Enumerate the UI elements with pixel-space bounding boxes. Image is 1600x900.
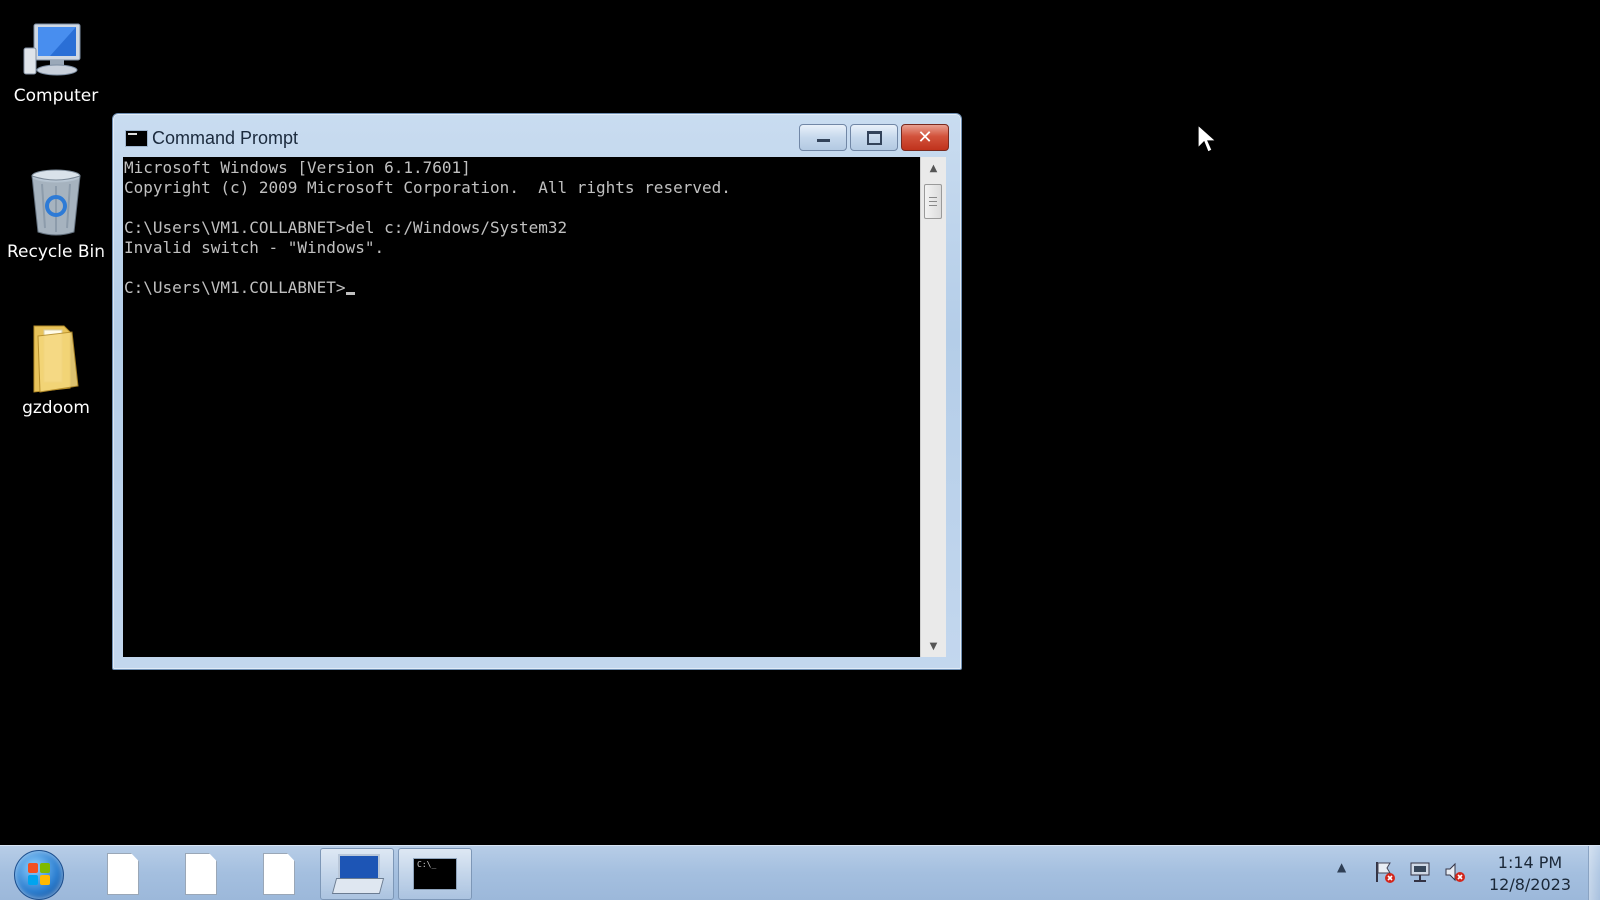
show-hidden-icons-arrow[interactable]: ▲ [1337, 860, 1346, 874]
desktop-icon-label: Computer [13, 86, 99, 106]
document-icon [263, 853, 295, 895]
console-line: Invalid switch - "Windows". [124, 238, 385, 257]
command-prompt-icon [125, 130, 148, 147]
folder-icon [20, 322, 92, 394]
command-prompt-window[interactable]: Command Prompt ✕ Microsoft Windows [Vers… [112, 113, 962, 670]
desktop-icon-recycle-bin[interactable]: Recycle Bin [1, 166, 111, 262]
vertical-scrollbar[interactable]: ▲ ▼ [920, 157, 946, 657]
document-icon [185, 853, 217, 895]
windows-logo-icon [28, 863, 50, 885]
window-title: Command Prompt [152, 128, 299, 148]
console-line: C:\Users\VM1.COLLABNET>del c:/Windows/Sy… [124, 218, 568, 237]
scroll-thumb[interactable] [924, 184, 942, 219]
maximize-icon [866, 130, 882, 145]
volume-muted-icon[interactable] [1443, 860, 1467, 884]
close-icon: ✕ [917, 127, 933, 148]
window-titlebar[interactable]: Command Prompt ✕ [113, 114, 961, 158]
console-line: Microsoft Windows [Version 6.1.7601] [124, 158, 471, 177]
desktop-icon-label: Recycle Bin [6, 242, 105, 262]
taskbar-item-document-1[interactable] [86, 848, 160, 900]
taskbar-item-command-prompt[interactable] [398, 848, 472, 900]
text-cursor [345, 292, 355, 295]
taskbar-item-on-screen-keyboard[interactable] [320, 848, 394, 900]
mouse-pointer-icon [1197, 123, 1218, 154]
desktop-icon-gzdoom[interactable]: gzdoom [1, 322, 111, 418]
network-icon[interactable] [1408, 860, 1432, 884]
start-button[interactable] [14, 850, 64, 900]
scroll-down-arrow-icon[interactable]: ▼ [921, 635, 946, 657]
scroll-up-arrow-icon[interactable]: ▲ [921, 157, 946, 179]
show-desktop-button[interactable] [1588, 846, 1600, 900]
computer-icon [20, 18, 92, 82]
maximize-button[interactable] [850, 124, 898, 151]
document-icon [107, 853, 139, 895]
system-clock[interactable]: 1:14 PM 12/8/2023 [1480, 852, 1580, 896]
clock-date: 12/8/2023 [1488, 875, 1572, 894]
console-output[interactable]: Microsoft Windows [Version 6.1.7601] Cop… [123, 157, 920, 657]
command-prompt-icon [413, 858, 457, 890]
recycle-bin-icon [20, 166, 92, 238]
taskbar: ▲ 1:14 PM 12/8/2023 [0, 845, 1600, 900]
taskbar-item-document-2[interactable] [164, 848, 238, 900]
desktop-icon-label: gzdoom [22, 398, 90, 418]
taskbar-item-document-3[interactable] [242, 848, 316, 900]
close-button[interactable]: ✕ [901, 124, 949, 151]
action-center-flag-icon[interactable] [1373, 860, 1397, 884]
minimize-button[interactable] [799, 124, 847, 151]
clock-time: 1:14 PM [1497, 853, 1563, 872]
console-line: Copyright (c) 2009 Microsoft Corporation… [124, 178, 731, 197]
on-screen-keyboard-icon [331, 854, 385, 894]
console-prompt: C:\Users\VM1.COLLABNET> [124, 278, 346, 297]
desktop-icon-computer[interactable]: Computer [1, 18, 111, 106]
minimize-icon [816, 139, 830, 142]
